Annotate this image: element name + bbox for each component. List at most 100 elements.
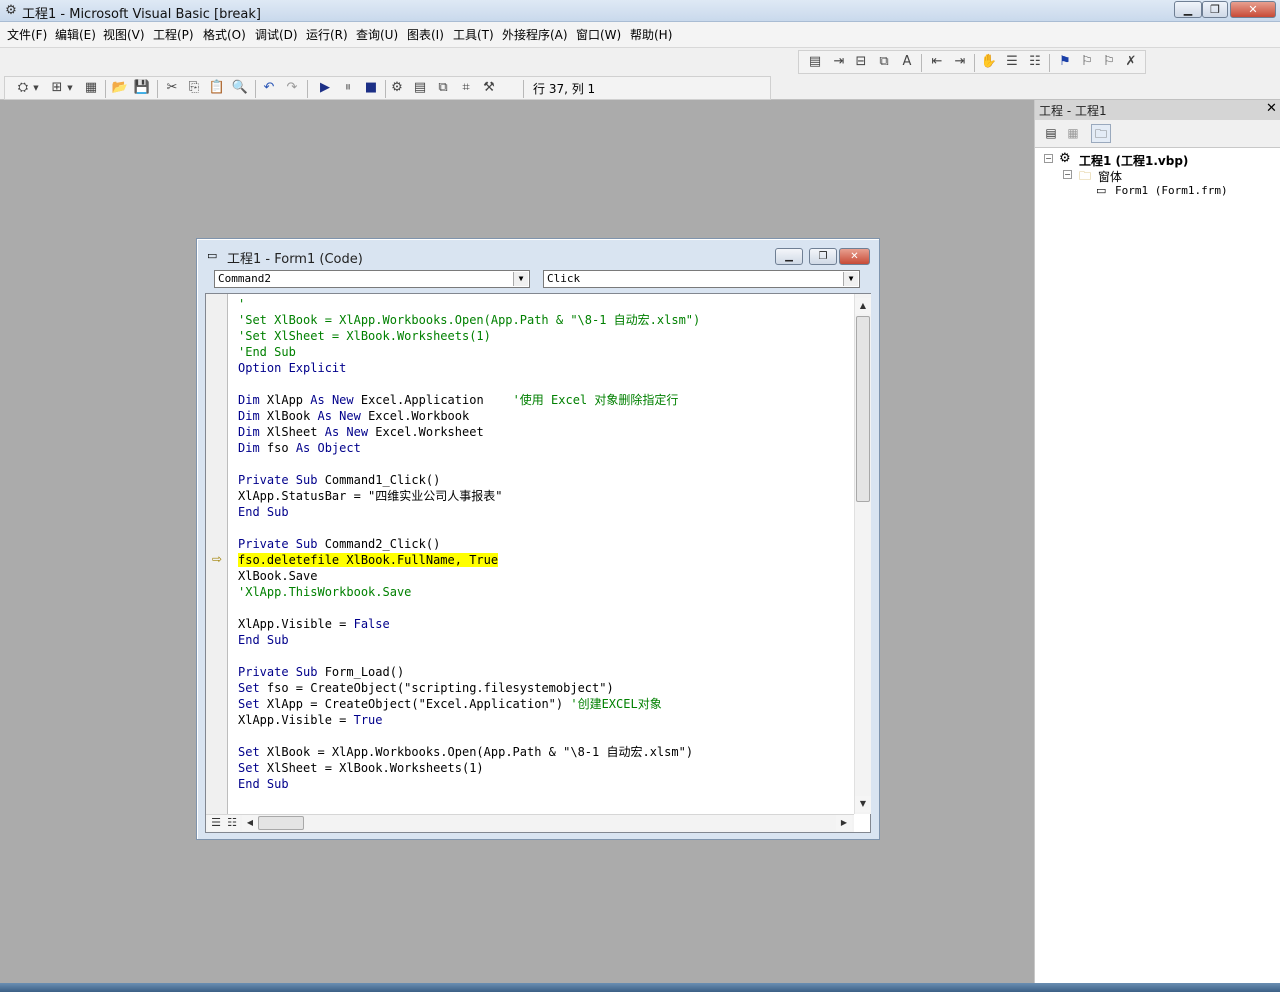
current-statement-line[interactable]: fso.deletefile XlBook.FullName, True <box>238 552 499 568</box>
code-line[interactable]: Set XlBook = XlApp.Workbooks.Open(App.Pa… <box>238 744 693 760</box>
next-bookmark-icon[interactable]: ⚐ <box>1077 52 1097 72</box>
continue-icon[interactable]: ▶ <box>315 78 335 98</box>
cut-icon[interactable]: ✂ <box>162 78 182 98</box>
chevron-down-icon[interactable]: ▼ <box>513 272 528 286</box>
code-line[interactable]: Option Explicit <box>238 360 346 376</box>
chevron-down-icon[interactable]: ▼ <box>31 78 41 98</box>
vertical-scrollbar[interactable]: ▲ ▼ <box>854 294 871 814</box>
maximize-button[interactable]: ❐ <box>1202 1 1228 18</box>
code-line[interactable]: 'Set XlSheet = XlBook.Worksheets(1) <box>238 328 491 344</box>
procedure-view-icon[interactable]: ☰ <box>208 815 224 831</box>
code-line[interactable]: End Sub <box>238 632 289 648</box>
code-window-close-button[interactable]: ✕ <box>839 248 870 265</box>
code-line[interactable]: Dim XlApp As New Excel.Application '使用 E… <box>238 392 678 408</box>
menu-query[interactable]: 查询(U) <box>356 27 398 45</box>
clear-bookmarks-icon[interactable]: ✗ <box>1121 52 1141 72</box>
properties-window-icon[interactable]: ▤ <box>410 78 430 98</box>
close-button[interactable]: ✕ <box>1230 1 1276 18</box>
undo-icon[interactable]: ↶ <box>259 78 279 98</box>
collapse-project-icon[interactable]: − <box>1044 154 1053 163</box>
previous-bookmark-icon[interactable]: ⚐ <box>1099 52 1119 72</box>
save-project-icon[interactable]: 💾 <box>132 78 152 98</box>
toggle-bookmark-icon[interactable]: ⚑ <box>1055 52 1075 72</box>
redo-icon[interactable]: ↷ <box>282 78 302 98</box>
project-explorer-icon[interactable]: ⚙ <box>387 78 407 98</box>
chevron-down-icon[interactable]: ▼ <box>843 272 858 286</box>
full-module-view-icon[interactable]: ☷ <box>224 815 240 831</box>
toolbox-icon[interactable]: ⚒ <box>479 78 499 98</box>
complete-word-icon[interactable]: A <box>897 52 917 72</box>
menu-file[interactable]: 文件(F) <box>7 27 47 45</box>
tree-folder-forms[interactable]: 窗体 <box>1098 168 1122 185</box>
vertical-scroll-thumb[interactable] <box>856 316 870 502</box>
menu-view[interactable]: 视图(V) <box>103 27 145 45</box>
chevron-down-icon[interactable]: ▼ <box>65 78 75 98</box>
scroll-right-icon[interactable]: ▶ <box>836 815 852 831</box>
view-object-icon[interactable]: ▦ <box>1063 124 1083 143</box>
add-form-icon[interactable]: ⊞ <box>47 78 67 98</box>
margin-indicator-bar[interactable]: ⇨ <box>206 294 228 814</box>
code-line[interactable]: Dim XlSheet As New Excel.Worksheet <box>238 424 484 440</box>
copy-icon[interactable]: ⎘ <box>184 78 204 98</box>
horizontal-scrollbar[interactable]: ☰ ☷ ◀ ▶ <box>206 814 854 832</box>
code-line[interactable]: ' <box>238 296 245 312</box>
open-project-icon[interactable]: 📂 <box>110 78 130 98</box>
code-window-minimize-button[interactable]: ▁ <box>775 248 803 265</box>
code-window-maximize-button[interactable]: ❐ <box>809 248 837 265</box>
code-line[interactable]: Dim XlBook As New Excel.Workbook <box>238 408 469 424</box>
code-line[interactable]: 'Set XlBook = XlApp.Workbooks.Open(App.P… <box>238 312 700 328</box>
view-code-icon[interactable]: ▤ <box>1041 124 1061 143</box>
menu-debug[interactable]: 调试(D) <box>255 27 298 45</box>
code-line[interactable]: Set fso = CreateObject("scripting.filesy… <box>238 680 614 696</box>
paste-icon[interactable]: 📋 <box>207 78 227 98</box>
code-line[interactable]: Private Sub Command1_Click() <box>238 472 440 488</box>
code-editor[interactable]: ⇨ ' 'Set XlBook = XlApp.Workbooks.Open(Ap… <box>205 293 871 833</box>
comment-block-icon[interactable]: ☰ <box>1002 52 1022 72</box>
vb-app-icon[interactable]: ⚙ <box>3 3 19 19</box>
menu-edit[interactable]: 编辑(E) <box>55 27 96 45</box>
code-line[interactable]: 'End Sub <box>238 344 296 360</box>
menu-diagram[interactable]: 图表(I) <box>407 27 444 45</box>
quick-info-icon[interactable]: ⊟ <box>851 52 871 72</box>
code-line[interactable]: End Sub <box>238 776 289 792</box>
parameter-info-icon[interactable]: ⧉ <box>874 52 894 72</box>
collapse-folder-icon[interactable]: − <box>1063 170 1072 179</box>
code-line[interactable]: Set XlApp = CreateObject("Excel.Applicat… <box>238 696 662 712</box>
object-combo[interactable]: Command2 ▼ <box>214 270 530 288</box>
close-icon[interactable]: ✕ <box>1264 102 1279 117</box>
form-layout-icon[interactable]: ⧉ <box>433 78 453 98</box>
scroll-down-icon[interactable]: ▼ <box>855 796 871 812</box>
scroll-up-icon[interactable]: ▲ <box>855 298 871 314</box>
menu-addins[interactable]: 外接程序(A) <box>502 27 568 45</box>
tree-item-form1[interactable]: Form1 (Form1.frm) <box>1115 184 1228 197</box>
break-icon[interactable]: ⏸ <box>338 78 358 98</box>
code-line[interactable]: Private Sub Form_Load() <box>238 664 404 680</box>
object-browser-icon[interactable]: ⌗ <box>456 78 476 98</box>
code-line[interactable]: Set XlSheet = XlBook.Worksheets(1) <box>238 760 484 776</box>
code-line[interactable]: XlApp.Visible = True <box>238 712 383 728</box>
menu-run[interactable]: 运行(R) <box>306 27 348 45</box>
horizontal-scroll-thumb[interactable] <box>258 816 304 830</box>
menu-tools[interactable]: 工具(T) <box>453 27 494 45</box>
scroll-left-icon[interactable]: ◀ <box>242 815 258 831</box>
menu-window[interactable]: 窗口(W) <box>576 27 621 45</box>
code-line[interactable]: End Sub <box>238 504 289 520</box>
code-line[interactable]: XlBook.Save <box>238 568 317 584</box>
add-project-icon[interactable]: ⛭ <box>13 78 33 98</box>
code-line[interactable]: 'XlApp.ThisWorkbook.Save <box>238 584 411 600</box>
code-line[interactable]: XlApp.StatusBar = "四维实业公司人事报表" <box>238 488 503 504</box>
list-properties-icon[interactable]: ▤ <box>805 52 825 72</box>
menu-project[interactable]: 工程(P) <box>153 27 194 45</box>
menu-help[interactable]: 帮助(H) <box>630 27 672 45</box>
outdent-icon[interactable]: ⇥ <box>950 52 970 72</box>
menu-format[interactable]: 格式(O) <box>203 27 246 45</box>
find-icon[interactable]: 🔍 <box>230 78 250 98</box>
toggle-folders-icon[interactable]: 🗀 <box>1091 124 1111 143</box>
toggle-breakpoint-icon[interactable]: ✋ <box>979 52 999 72</box>
end-icon[interactable]: ■ <box>361 78 381 98</box>
minimize-button[interactable]: ▁ <box>1174 1 1202 18</box>
list-constants-icon[interactable]: ⇥ <box>829 52 849 72</box>
tree-project-root[interactable]: 工程1 (工程1.vbp) <box>1079 152 1188 169</box>
procedure-combo[interactable]: Click ▼ <box>543 270 860 288</box>
code-text[interactable]: ' 'Set XlBook = XlApp.Workbooks.Open(App.… <box>238 294 858 812</box>
